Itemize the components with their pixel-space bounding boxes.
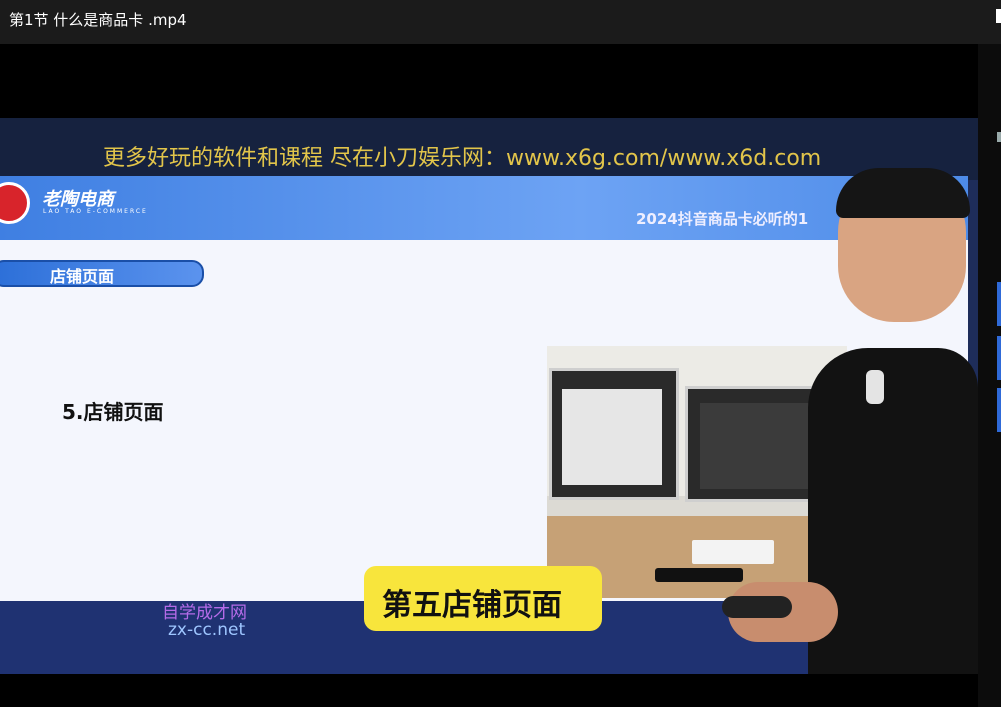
titlebar-edge-control[interactable] (996, 9, 1001, 23)
monitor-image (549, 368, 679, 500)
slide-photo (547, 346, 847, 598)
subtitle-text: 第五店铺页面 (382, 588, 562, 623)
side-panel-marker (997, 388, 1001, 432)
window-title: 第1节 什么是商品卡 .mp4 (9, 11, 187, 29)
slide-header-title: 2024抖音商品卡必听的1 (636, 210, 809, 228)
presenter-hair (836, 168, 970, 218)
side-panel-marker (997, 282, 1001, 326)
keyboard-image (692, 540, 774, 564)
side-panel (978, 44, 1001, 707)
section-pill-label: 店铺页面 (50, 267, 115, 286)
microphone-icon (866, 370, 884, 404)
video-player[interactable]: 更多好玩的软件和课程 尽在小刀娱乐网：www.x6g.com/www.x6d.c… (0, 118, 978, 674)
logo-icon (0, 182, 30, 224)
side-panel-marker (997, 336, 1001, 380)
window-titlebar: 第1节 什么是商品卡 .mp4 (0, 0, 1001, 44)
section-pill: 店铺页面 (0, 260, 204, 287)
video-banner: 更多好玩的软件和课程 尽在小刀娱乐网：www.x6g.com/www.x6d.c… (0, 118, 978, 180)
banner-text: 更多好玩的软件和课程 尽在小刀娱乐网：www.x6g.com/www.x6d.c… (103, 146, 822, 171)
video-letterbox-top (0, 44, 978, 118)
mouse-icon (722, 596, 792, 618)
presenter (722, 168, 978, 674)
watermark-line2: zx-cc.net (168, 620, 246, 640)
slide-main-item: 5.店铺页面 (62, 400, 164, 424)
phone-image (655, 568, 743, 582)
side-panel-marker (997, 132, 1001, 142)
subtitle-caption: 第五店铺页面 (364, 566, 602, 631)
logo-subtitle: LAO TAO E-COMMERCE (43, 208, 148, 215)
video-letterbox-bottom (0, 674, 978, 707)
